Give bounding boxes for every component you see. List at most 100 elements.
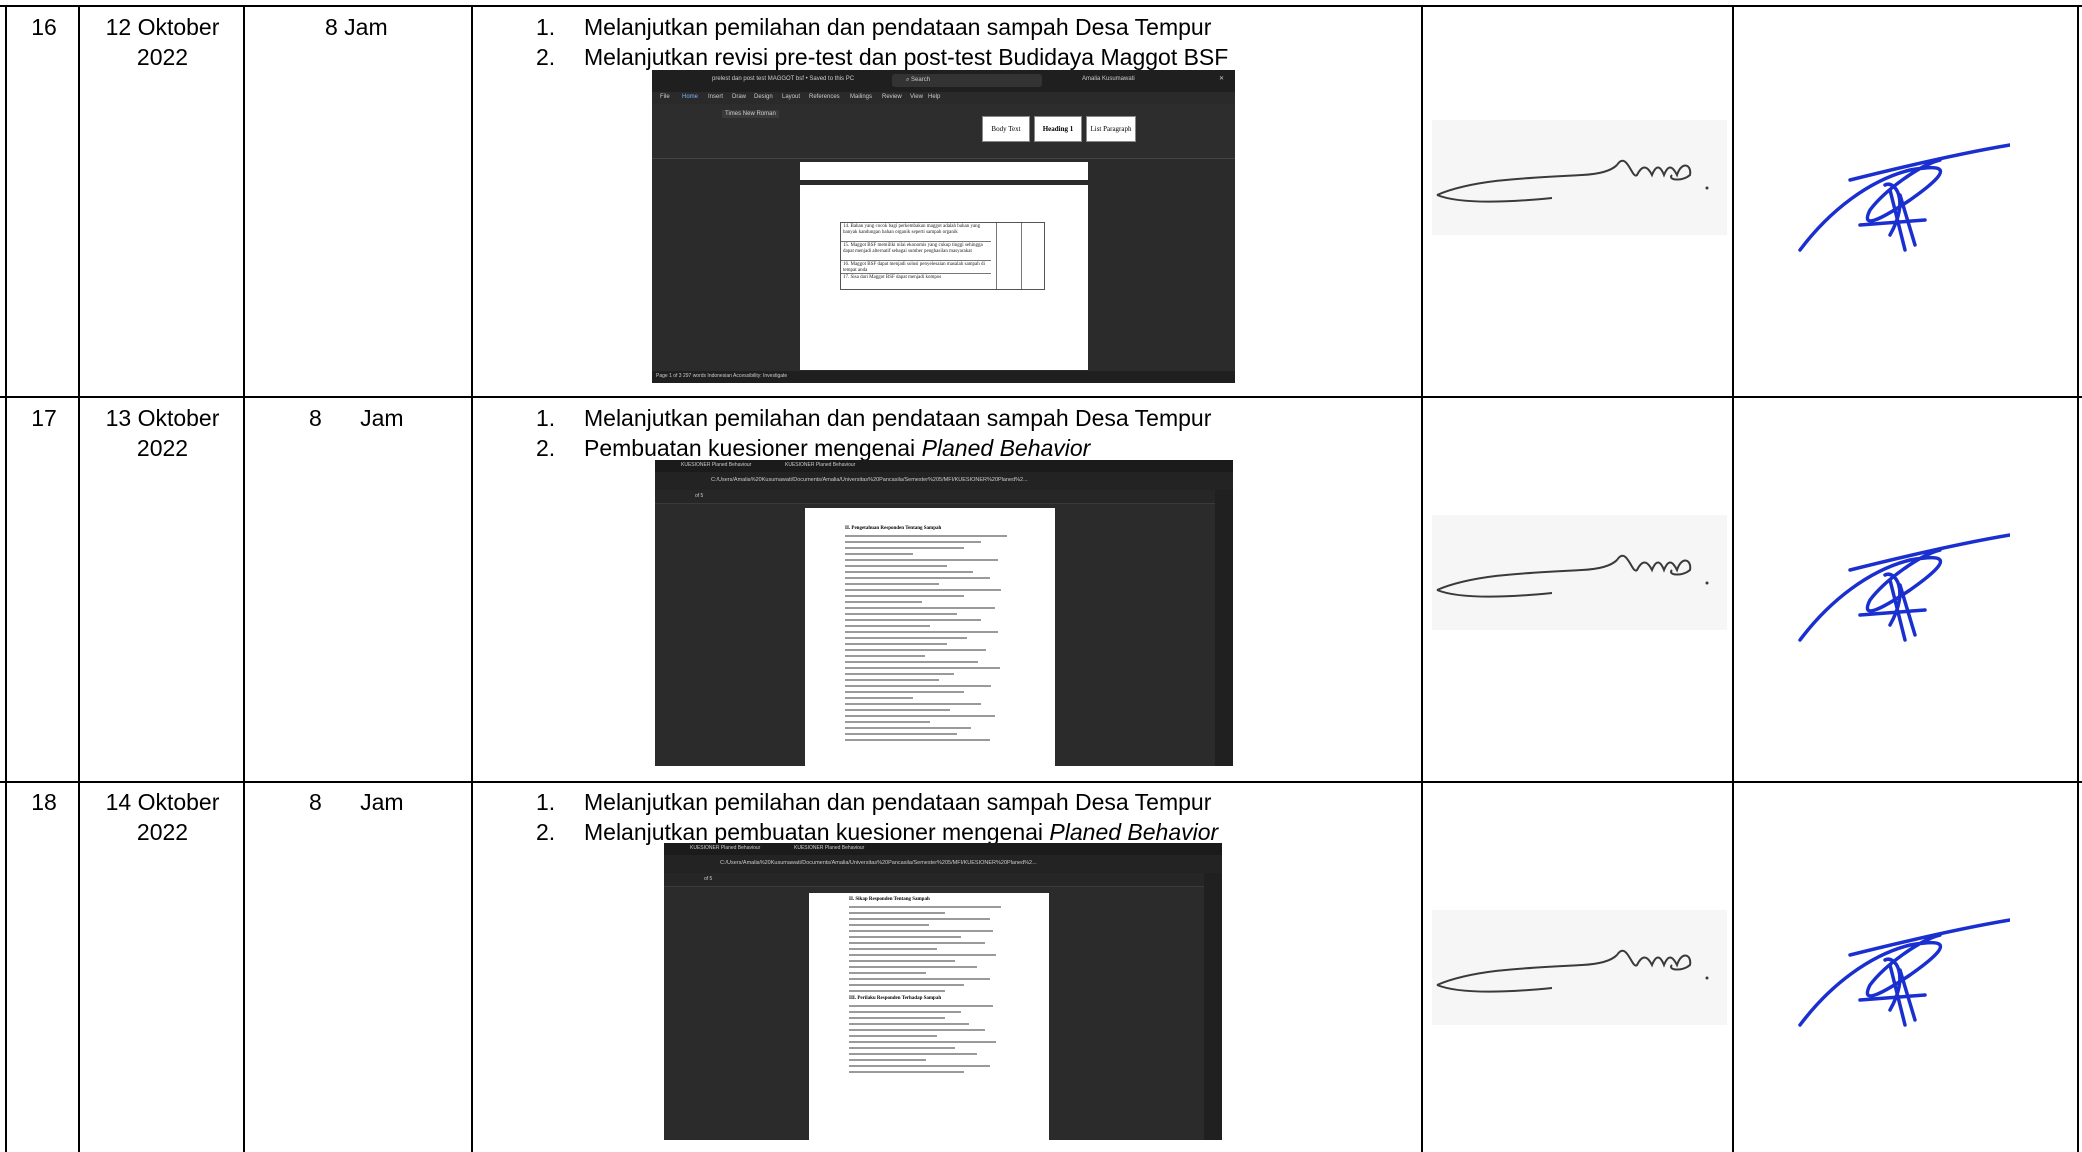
word-title-bar: prelest dan post test MAGGOT bsf • Saved… bbox=[652, 70, 1235, 92]
row-duration: 8 Jam bbox=[309, 789, 404, 815]
task-number: 1. bbox=[536, 789, 556, 815]
word-ribbon: Times New Roman bbox=[652, 104, 1235, 159]
pdf-tab-bar: KUESIONER Planed Behaviour KUESIONER Pla… bbox=[655, 460, 1233, 472]
task-text: Melanjutkan pemilahan dan pendataan samp… bbox=[584, 789, 1212, 815]
doc-row: 17. Sisa dari Maggot BSF dapat menjadi k… bbox=[843, 275, 942, 280]
word-menu-item: Layout bbox=[782, 94, 801, 100]
word-menu-item: Mailings bbox=[850, 94, 873, 100]
style-body-text: Body Text bbox=[982, 116, 1030, 142]
row-number: 16 bbox=[31, 14, 57, 40]
column-border bbox=[243, 6, 245, 1152]
row-border bbox=[0, 396, 2082, 398]
pdf-sidebar bbox=[1204, 873, 1222, 1140]
word-user: Amalia Kusumawati bbox=[1082, 76, 1135, 82]
word-menu-item: References bbox=[809, 94, 840, 100]
supervisor-signature bbox=[1432, 910, 1727, 1025]
pdf-page-info: of 5 bbox=[704, 876, 713, 882]
pdf-page-info: of 5 bbox=[695, 493, 704, 499]
task-text: Melanjutkan pembuatan kuesioner mengenai bbox=[584, 819, 1050, 845]
pdf-toolbar: of 5 bbox=[655, 490, 1233, 504]
pdf-heading: II. Pengetahuan Responden Tentang Sampah bbox=[845, 526, 942, 531]
task-number: 2. bbox=[536, 819, 556, 845]
task-item: 1. Melanjutkan pemilahan dan pendataan sa… bbox=[536, 403, 1416, 433]
pdf-body-lines bbox=[849, 1005, 1009, 1073]
task-emphasis: Planed Behavior bbox=[921, 435, 1091, 461]
column-border bbox=[2077, 6, 2079, 1152]
pdf-tab: KUESIONER Planed Behaviour bbox=[794, 845, 865, 851]
word-search: Search bbox=[911, 77, 931, 83]
pdf-address-bar: C:/Users/Amalia%20Kusumawati/Documents/A… bbox=[664, 855, 1222, 873]
style-list-paragraph: List Paragraph bbox=[1086, 116, 1136, 142]
task-text: Melanjutkan pemilahan dan pendataan samp… bbox=[584, 405, 1212, 431]
task-number: 2. bbox=[536, 44, 556, 70]
column-border bbox=[78, 6, 80, 1152]
pdf-sidebar bbox=[1215, 490, 1233, 766]
word-menu-item: Home bbox=[682, 94, 699, 100]
pdf-tab: KUESIONER Planed Behaviour bbox=[690, 845, 761, 851]
pdf-page: II. Pengetahuan Responden Tentang Sampah bbox=[805, 508, 1055, 766]
word-menu-item: File bbox=[660, 94, 670, 100]
row-border bbox=[0, 781, 2082, 783]
pdf-screenshot: KUESIONER Planed Behaviour KUESIONER Pla… bbox=[664, 843, 1222, 1140]
word-page-top bbox=[800, 162, 1088, 180]
task-list: 1. Melanjutkan pemilahan dan pendataan sa… bbox=[536, 12, 1416, 72]
task-item: 1. Melanjutkan pemilahan dan pendataan sa… bbox=[536, 12, 1416, 42]
row-number: 18 bbox=[31, 789, 57, 815]
task-item: 2. Melanjutkan revisi pre-test dan post-t… bbox=[536, 42, 1416, 72]
mentor-signature bbox=[1798, 533, 2010, 642]
task-number: 1. bbox=[536, 14, 556, 40]
pdf-body-lines bbox=[849, 906, 1009, 992]
row-date: 14 Oktober 2022 bbox=[105, 789, 220, 845]
word-page: 14. Bahan yang cocok bagi perkembakan ma… bbox=[800, 185, 1088, 370]
task-text: Pembuatan kuesioner mengenai bbox=[584, 435, 922, 461]
pdf-url: C:/Users/Amalia%20Kusumawati/Documents/A… bbox=[720, 860, 1037, 866]
pdf-tab: KUESIONER Planed Behaviour bbox=[785, 462, 856, 468]
pdf-tab-bar: KUESIONER Planed Behaviour KUESIONER Pla… bbox=[664, 843, 1222, 855]
task-text: Melanjutkan pemilahan dan pendataan samp… bbox=[584, 14, 1212, 40]
task-text: Melanjutkan revisi pre-test dan post-tes… bbox=[584, 44, 1229, 70]
word-menu-item: Help bbox=[928, 94, 941, 100]
column-border bbox=[5, 6, 7, 1152]
word-status-bar: Page 1 of 3 297 words Indonesian Accessi… bbox=[652, 371, 1235, 383]
supervisor-signature bbox=[1432, 515, 1727, 630]
task-number: 1. bbox=[536, 405, 556, 431]
word-menu-item: Insert bbox=[708, 94, 724, 100]
doc-row: 14. Bahan yang cocok bagi perkembakan ma… bbox=[841, 223, 991, 242]
word-status: Page 1 of 3 297 words Indonesian Accessi… bbox=[656, 373, 788, 379]
doc-table: 14. Bahan yang cocok bagi perkembakan ma… bbox=[840, 222, 1045, 290]
pdf-toolbar: of 5 bbox=[664, 873, 1222, 887]
mentor-signature bbox=[1798, 918, 2010, 1027]
pdf-tab: KUESIONER Planed Behaviour bbox=[681, 462, 752, 468]
word-menu-item: Design bbox=[754, 94, 773, 100]
logbook-table: 16 12 Oktober 2022 8 Jam 1. Melanjutkan p… bbox=[0, 0, 2082, 1152]
doc-row: 15. Maggot BSF memiliki nilai ekonomis y… bbox=[841, 242, 991, 261]
supervisor-signature bbox=[1432, 120, 1727, 235]
pdf-heading: III. Perilaku Responden Terhadap Sampah bbox=[849, 996, 942, 1001]
word-menu-item: View bbox=[910, 94, 923, 100]
pdf-body-lines bbox=[845, 535, 1015, 741]
task-list: 1. Melanjutkan pemilahan dan pendataan sa… bbox=[536, 403, 1416, 463]
word-title: prelest dan post test MAGGOT bsf • Saved… bbox=[712, 76, 855, 82]
pdf-page: II. Sikap Responden Tentang Sampah III. … bbox=[809, 893, 1049, 1140]
doc-row: 16. Maggot BSF dapat menjadi solusi peny… bbox=[841, 261, 991, 274]
style-heading-1: Heading 1 bbox=[1034, 116, 1082, 142]
word-menu-item: Draw bbox=[732, 94, 747, 100]
pdf-heading: II. Sikap Responden Tentang Sampah bbox=[849, 897, 930, 902]
mentor-signature bbox=[1798, 143, 2010, 252]
search-icon: ⌕ Search bbox=[892, 74, 1042, 87]
column-border bbox=[1421, 6, 1423, 1152]
row-date: 12 Oktober 2022 bbox=[105, 14, 220, 70]
row-number: 17 bbox=[31, 405, 57, 431]
column-border bbox=[1732, 6, 1734, 1152]
task-item: 2. Pembuatan kuesioner mengenai Planed Be… bbox=[536, 433, 1416, 463]
column-border bbox=[471, 6, 473, 1152]
row-date: 13 Oktober 2022 bbox=[105, 405, 220, 461]
word-font: Times New Roman bbox=[722, 110, 779, 118]
task-emphasis: Planed Behavior bbox=[1049, 819, 1219, 845]
task-item: 1. Melanjutkan pemilahan dan pendataan sa… bbox=[536, 787, 1416, 817]
pdf-url: C:/Users/Amalia%20Kusumawati/Documents/A… bbox=[711, 477, 1028, 483]
word-menu: File Home Insert Draw Design Layout Refe… bbox=[652, 92, 1235, 104]
row-duration: 8 Jam bbox=[309, 405, 404, 431]
pdf-screenshot: KUESIONER Planed Behaviour KUESIONER Pla… bbox=[655, 460, 1233, 766]
close-icon: ✕ bbox=[1219, 76, 1225, 82]
